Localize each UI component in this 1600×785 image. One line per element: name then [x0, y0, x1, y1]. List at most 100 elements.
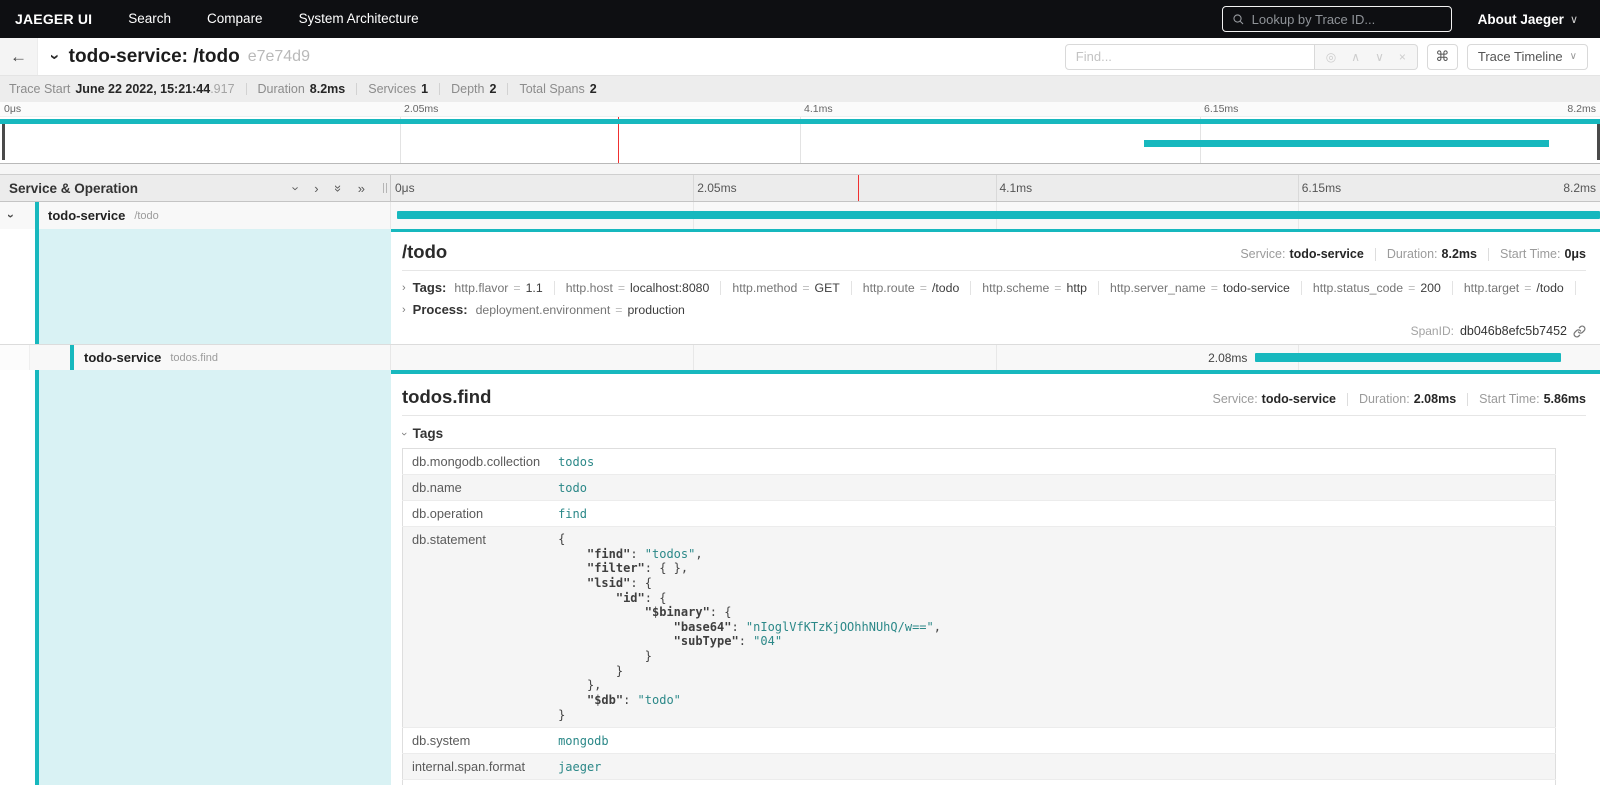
tag-pill[interactable]: http.target=/todo	[1452, 281, 1564, 295]
tag-table-row[interactable]: db.systemmongodb	[403, 728, 1556, 754]
span-row-todo-bar-cell[interactable]	[391, 202, 1600, 229]
tags-summary-row[interactable]: › Tags: http.flavor=1.1http.host=localho…	[402, 280, 1586, 295]
keyboard-shortcuts-button[interactable]: ⌘	[1427, 44, 1458, 70]
tag-pill[interactable]: http.scheme=http	[970, 281, 1087, 295]
clear-find-icon[interactable]: ×	[1399, 50, 1406, 64]
chevron-down-icon: ›	[402, 428, 406, 440]
chevron-down-icon: ∨	[1570, 51, 1577, 62]
find-controls: ◎ ∧ ∨ ×	[1315, 44, 1418, 70]
span-detail-title: /todo	[402, 241, 447, 263]
nav-item-search[interactable]: Search	[110, 0, 189, 38]
tag-key: db.system	[403, 728, 550, 754]
tags-key-value-table: db.mongodb.collectiontodosdb.nametododb.…	[402, 448, 1556, 785]
tags-section-header[interactable]: › Tags	[402, 426, 1586, 441]
tag-pill[interactable]: http.host=localhost:8080	[554, 281, 710, 295]
span-bar-todo[interactable]	[397, 211, 1600, 219]
tag-pill[interactable]: http.server_name=todo-service	[1098, 281, 1290, 295]
tag-key: internal.span.format	[403, 754, 550, 780]
collapse-one-icon[interactable]: ›	[294, 182, 298, 195]
prev-match-icon[interactable]: ∧	[1351, 50, 1360, 64]
nav-menu: SearchCompareSystem Architecture	[110, 0, 436, 38]
trace-view-selector[interactable]: Trace Timeline ∨	[1467, 44, 1588, 70]
tag-table-row[interactable]: db.nametodo	[403, 475, 1556, 501]
next-match-icon[interactable]: ∨	[1375, 50, 1384, 64]
tag-value: todos	[549, 449, 1555, 475]
trace-start-label: Trace Start	[9, 82, 70, 96]
collapse-children-icon[interactable]: ›	[9, 209, 13, 223]
tag-table-row[interactable]: internal.span.formatjaeger	[403, 754, 1556, 780]
trace-id-lookup-input[interactable]	[1252, 12, 1442, 27]
trace-start-value: June 22 2022, 15:21:44	[75, 82, 210, 96]
time-tick-label: 2.05ms	[404, 103, 438, 115]
detail-indent-column	[0, 229, 391, 344]
service-color-bar	[70, 345, 74, 370]
focus-match-icon[interactable]: ◎	[1326, 50, 1336, 64]
tag-table-row[interactable]: db.mongodb.collectiontodos	[403, 449, 1556, 475]
tag-key: db.statement	[403, 527, 550, 728]
tag-table-row[interactable]: db.statement{ "find": "todos", "filter":…	[403, 527, 1556, 728]
top-navbar: JAEGER UI SearchCompareSystem Architectu…	[0, 0, 1600, 38]
tag-pill[interactable]: http.flavor=1.1	[454, 281, 542, 295]
tag-pill[interactable]: http.user_agent=M...	[1575, 281, 1586, 295]
tag-pill[interactable]: http.status_code=200	[1301, 281, 1441, 295]
tag-key: db.name	[403, 475, 550, 501]
service-operation-label: Service & Operation	[0, 181, 138, 196]
meta-item: Service:todo-service	[1240, 247, 1364, 261]
column-resize-grip[interactable]	[383, 183, 387, 193]
chevron-right-icon: ›	[402, 282, 406, 294]
nav-item-compare[interactable]: Compare	[189, 0, 281, 38]
collapse-trace-header-icon[interactable]: ›	[52, 47, 58, 67]
process-summary-row[interactable]: › Process: deployment.environment=produc…	[402, 302, 1586, 317]
expand-all-icon[interactable]: »	[358, 182, 365, 195]
meta-item: Duration:8.2ms	[1387, 247, 1477, 261]
expand-one-icon[interactable]: ›	[314, 182, 318, 195]
tag-value: mongodb	[549, 728, 1555, 754]
timeline-ticks-header: 0μs2.05ms4.1ms6.15ms8.2ms	[391, 175, 1600, 201]
tag-table-row[interactable]: db.operationfind	[403, 501, 1556, 527]
nav-item-system-architecture[interactable]: System Architecture	[281, 0, 437, 38]
detail-body-todo: /todo Service:todo-service Duration:8.2ms…	[391, 229, 1600, 344]
span-id-row: SpanID: db046b8efc5b7452	[1411, 324, 1586, 338]
deep-link-icon[interactable]	[1573, 325, 1586, 338]
minimap-left-scrubber[interactable]	[2, 120, 5, 160]
span-detail-meta: Service:todo-serviceDuration:8.2msStart …	[1240, 247, 1586, 261]
tags-section-label: Tags	[413, 426, 444, 441]
span-row-todos-find[interactable]: todo-service todos.find 2.08ms	[0, 345, 1600, 370]
tag-table-row[interactable]: net.peer.namelocalhost	[403, 780, 1556, 785]
span-row-todos-find-bar-cell[interactable]: 2.08ms	[391, 345, 1600, 370]
total-spans-label: Total Spans	[519, 82, 584, 96]
find-box[interactable]	[1065, 44, 1315, 70]
detail-accent-bar	[391, 370, 1600, 374]
back-button[interactable]: ←	[0, 38, 38, 75]
time-tick-label: 4.1ms	[1000, 181, 1033, 195]
span-detail-todos-find: todos.find Service:todo-serviceDuration:…	[0, 370, 1600, 785]
minimap-span-bar	[1144, 140, 1549, 147]
span-bar-todos-find[interactable]	[1255, 353, 1561, 362]
chevron-down-icon: ∨	[1570, 13, 1578, 26]
tag-key: net.peer.name	[403, 780, 550, 785]
process-label: Process:	[413, 302, 468, 317]
tag-pill[interactable]: deployment.environment=production	[476, 303, 685, 317]
service-operation-header: Service & Operation › › » »	[0, 175, 391, 201]
minimap-canvas[interactable]	[0, 116, 1600, 164]
collapse-all-icon[interactable]: »	[335, 182, 342, 195]
detail-body-todos-find: todos.find Service:todo-serviceDuration:…	[391, 370, 1600, 785]
time-tick-label: 0μs	[395, 181, 415, 195]
span-row-todo-name-cell[interactable]: › todo-service /todo	[0, 202, 391, 229]
trace-header-controls: ◎ ∧ ∨ × ⌘ Trace Timeline ∨	[1065, 44, 1588, 70]
indent-guide	[0, 345, 30, 370]
tag-key: db.operation	[403, 501, 550, 527]
find-input[interactable]	[1076, 49, 1304, 64]
tags-pill-list: http.flavor=1.1 http.host=localhost:8080 h…	[454, 281, 1586, 295]
about-jaeger-menu[interactable]: About Jaeger ∨	[1478, 12, 1578, 27]
span-row-todos-find-name-cell[interactable]: todo-service todos.find	[0, 345, 391, 370]
tag-pill[interactable]: http.route=/todo	[851, 281, 960, 295]
trace-minimap[interactable]: 0μs2.05ms4.1ms6.15ms8.2ms	[0, 102, 1600, 164]
detail-accent-bar	[391, 229, 1600, 232]
span-row-todo[interactable]: › todo-service /todo	[0, 202, 1600, 229]
trace-id-lookup[interactable]	[1222, 6, 1452, 32]
services-value: 1	[421, 82, 428, 96]
expand-collapse-tools: › › » »	[294, 182, 365, 195]
tag-pill[interactable]: http.method=GET	[720, 281, 839, 295]
jaeger-logo[interactable]: JAEGER UI	[0, 11, 110, 27]
